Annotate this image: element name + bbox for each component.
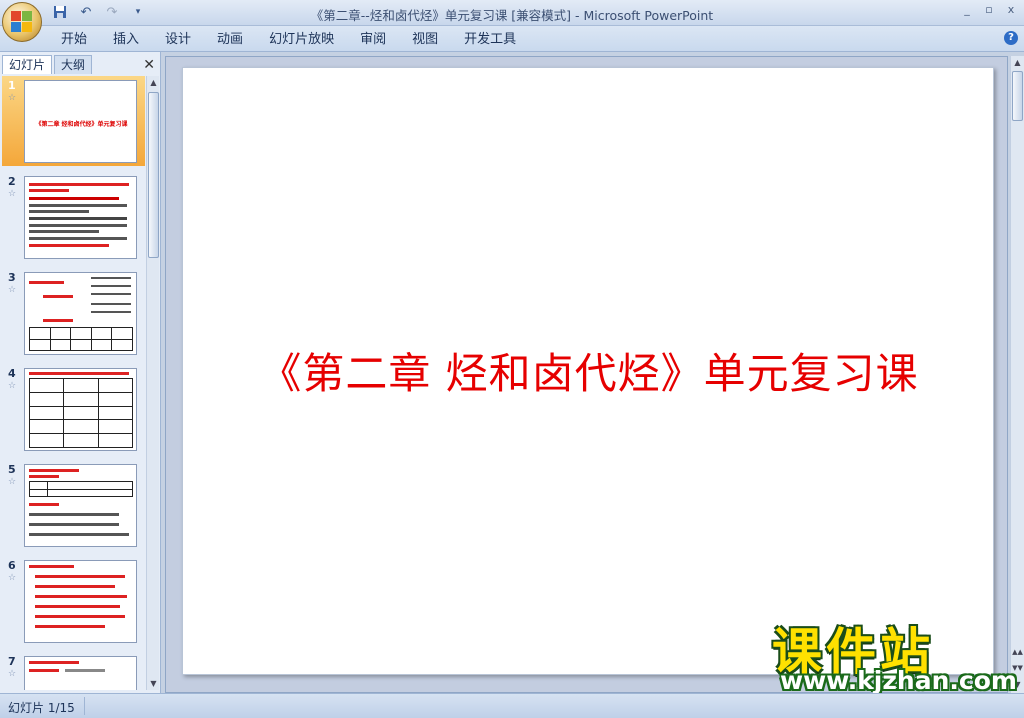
thumbnail-image <box>24 272 137 355</box>
slide-number: 5 <box>8 463 16 476</box>
tab-developer[interactable]: 开发工具 <box>451 31 529 49</box>
animation-star-icon: ☆ <box>8 381 17 391</box>
animation-star-icon: ☆ <box>8 93 17 103</box>
tab-design[interactable]: 设计 <box>152 31 204 49</box>
tab-insert[interactable]: 插入 <box>100 31 152 49</box>
restore-button[interactable]: ▫ <box>982 3 996 17</box>
close-icon[interactable]: ✕ <box>143 57 155 73</box>
tab-outline[interactable]: 大纲 <box>54 55 93 74</box>
tab-review[interactable]: 审阅 <box>347 31 399 49</box>
tab-slides[interactable]: 幻灯片 <box>2 55 53 74</box>
slide-thumbnail-4[interactable]: 4 ☆ <box>2 364 145 454</box>
pane-tabs: 幻灯片 大纲 ✕ <box>2 54 159 74</box>
slide-thumbnail-1[interactable]: 1 ☆ 《第二章 烃和卤代烃》单元复习课 <box>2 76 145 166</box>
animation-star-icon: ☆ <box>8 285 17 295</box>
thumbnail-image <box>24 560 137 643</box>
slide-number: 6 <box>8 559 16 572</box>
editor-scrollbar[interactable]: ▲ ▲▲ ▼▼ ▼ <box>1010 56 1024 693</box>
window-title: 《第二章--烃和卤代烃》单元复习课 [兼容模式] - Microsoft Pow… <box>310 8 714 23</box>
slide-number: 3 <box>8 271 16 284</box>
slides-pane: 幻灯片 大纲 ✕ 1 ☆ 《第二章 烃和卤代烃》单元复习课 2 ☆ 3 ☆ 4 … <box>0 52 161 693</box>
window-controls: _ ▫ x <box>960 3 1018 17</box>
slide-thumbnail-7[interactable]: 7 ☆ <box>2 652 145 690</box>
scrollbar-thumb[interactable] <box>148 92 159 258</box>
watermark-url: www.kjzhan.com <box>780 666 1017 695</box>
thumbnail-title: 《第二章 烃和卤代烃》单元复习课 <box>35 121 128 128</box>
watermark: 课件站 www.kjzhan.com <box>772 612 1017 695</box>
slide-thumbnail-2[interactable]: 2 ☆ <box>2 172 145 262</box>
close-button[interactable]: x <box>1004 3 1018 17</box>
slide-number: 2 <box>8 175 16 188</box>
thumbnail-image <box>24 368 137 451</box>
scroll-up-icon[interactable]: ▲ <box>147 76 160 89</box>
animation-star-icon: ☆ <box>8 573 17 583</box>
status-divider <box>84 697 85 715</box>
slide-thumbnails: 1 ☆ 《第二章 烃和卤代烃》单元复习课 2 ☆ 3 ☆ 4 ☆ 5 ☆ 6 ☆… <box>2 76 145 690</box>
ribbon-tabs: 开始 插入 设计 动画 幻灯片放映 审阅 视图 开发工具 <box>48 31 529 49</box>
previous-slide-icon[interactable]: ▲▲ <box>1011 646 1024 659</box>
slide-thumbnail-5[interactable]: 5 ☆ <box>2 460 145 550</box>
thumbnail-image: 《第二章 烃和卤代烃》单元复习课 <box>24 80 137 163</box>
slide-thumbnail-6[interactable]: 6 ☆ <box>2 556 145 646</box>
minimize-button[interactable]: _ <box>960 3 974 17</box>
scrollbar-thumb[interactable] <box>1012 71 1023 121</box>
office-button[interactable] <box>2 2 42 42</box>
animation-star-icon: ☆ <box>8 477 17 487</box>
tab-home[interactable]: 开始 <box>48 31 100 49</box>
slide-editor: 《第二章 烃和卤代烃》单元复习课 <box>165 56 1008 693</box>
slide-thumbnail-3[interactable]: 3 ☆ <box>2 268 145 358</box>
office-logo-icon <box>11 11 33 33</box>
slide-counter: 幻灯片 1/15 <box>8 701 75 715</box>
scroll-up-icon[interactable]: ▲ <box>1011 56 1024 69</box>
help-icon[interactable]: ? <box>1004 31 1018 45</box>
tab-slide-show[interactable]: 幻灯片放映 <box>256 31 347 49</box>
animation-star-icon: ☆ <box>8 189 17 199</box>
slide-number: 4 <box>8 367 16 380</box>
slide-number: 7 <box>8 655 16 668</box>
ribbon: 开始 插入 设计 动画 幻灯片放映 审阅 视图 开发工具 ? <box>0 26 1024 52</box>
status-bar: 幻灯片 1/15 <box>0 693 1024 718</box>
slide-title[interactable]: 《第二章 烃和卤代烃》单元复习课 <box>183 340 995 401</box>
current-slide[interactable]: 《第二章 烃和卤代烃》单元复习课 <box>182 67 994 675</box>
tab-animations[interactable]: 动画 <box>204 31 256 49</box>
tab-view[interactable]: 视图 <box>399 31 451 49</box>
animation-star-icon: ☆ <box>8 669 17 679</box>
pane-scrollbar[interactable]: ▲ ▼ <box>146 76 159 690</box>
scroll-down-icon[interactable]: ▼ <box>147 677 160 690</box>
thumbnail-image <box>24 656 137 690</box>
slide-number: 1 <box>8 79 16 92</box>
thumbnail-image <box>24 464 137 547</box>
thumbnail-image <box>24 176 137 259</box>
title-bar: ↶ ↷ ▾ 《第二章--烃和卤代烃》单元复习课 [兼容模式] - Microso… <box>0 0 1024 42</box>
